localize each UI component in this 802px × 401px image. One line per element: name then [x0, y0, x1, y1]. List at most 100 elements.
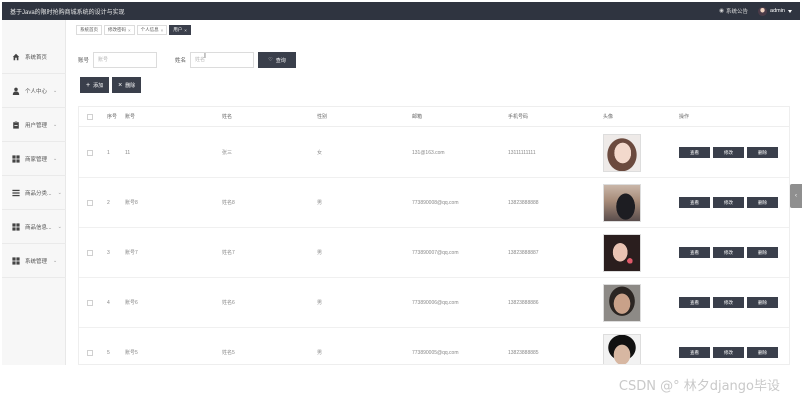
sidebar-item-profile[interactable]: 个人中心 ⌄ — [2, 74, 66, 108]
add-button[interactable]: + 添加 — [80, 77, 110, 93]
edit-button[interactable]: 修改 — [713, 247, 744, 258]
sidebar-item-categories[interactable]: 商品分类... ⌄ — [2, 176, 66, 210]
account-input[interactable] — [93, 52, 158, 68]
table-row[interactable]: 5 账号5 姓名5 男 773890005@qq.com 13823888885… — [79, 328, 789, 364]
row-checkbox[interactable] — [87, 199, 93, 206]
delete-button[interactable]: × 删除 — [112, 77, 142, 93]
view-button[interactable]: 查看 — [679, 297, 710, 308]
photo-cell — [603, 228, 641, 277]
column-header: 账号 — [125, 114, 136, 120]
phone-cell: 13111111111 — [508, 149, 536, 156]
edit-button[interactable]: 修改 — [713, 197, 744, 208]
row-select-cell[interactable] — [87, 128, 93, 177]
table-row[interactable]: 1 11 张三 女 131@163.com 13111111111 查看 修改 … — [79, 128, 789, 178]
index-cell: 3 — [107, 249, 110, 256]
user-menu[interactable]: admin — [758, 6, 792, 16]
avatar-man-beard — [603, 283, 641, 322]
close-icon: × — [118, 81, 123, 89]
ops-cell: 查看 修改 删除 — [679, 228, 778, 277]
edit-button[interactable]: 修改 — [713, 147, 744, 158]
name-input[interactable] — [190, 52, 255, 68]
ops-cell: 查看 修改 删除 — [679, 328, 778, 364]
avatar — [758, 6, 768, 16]
tab-label: 系统首页 — [80, 27, 98, 32]
account-cell: 账号7 — [125, 250, 138, 256]
grid-icon — [12, 256, 20, 265]
sidebar-item-users[interactable]: 用户管理 ⌄ — [2, 108, 66, 142]
gender-cell: 男 — [317, 350, 323, 356]
home-icon — [12, 53, 20, 61]
sidebar-item-label: 系统首页 — [25, 54, 48, 61]
view-button[interactable]: 查看 — [679, 197, 710, 208]
list-icon — [12, 189, 20, 197]
delete-row-button[interactable]: 删除 — [747, 197, 778, 208]
close-icon[interactable]: × — [184, 28, 187, 33]
delete-row-button[interactable]: 删除 — [747, 297, 778, 308]
column-header: 操作 — [679, 114, 690, 120]
users-table: 序号 账号 姓名 性别 邮箱 手机号码 头像 操作 1 11 张三 女 131@… — [78, 106, 790, 365]
watermark: CSDN @° 林夕django毕设 — [618, 379, 780, 394]
select-all-checkbox[interactable] — [87, 113, 93, 120]
row-select-cell[interactable] — [87, 228, 93, 277]
action-bar: + 添加 × 删除 — [80, 77, 142, 93]
tab-change-password[interactable]: 修改密码 × — [104, 25, 135, 35]
tab-home[interactable]: 系统首页 — [76, 25, 102, 35]
tab-profile[interactable]: 个人信息 × — [136, 25, 168, 35]
sidebar-item-system[interactable]: 系统管理 ⌄ — [2, 244, 66, 278]
chevron-down-icon: ⌄ — [57, 223, 62, 230]
notice-link[interactable]: ◉ 系统公告 — [719, 7, 748, 15]
photo-cell — [603, 128, 641, 177]
chevron-down-icon: ⌄ — [53, 257, 58, 264]
row-checkbox[interactable] — [87, 349, 93, 356]
chevron-left-icon: ‹ — [795, 193, 797, 199]
caret-down-icon — [788, 9, 792, 13]
avatar-girl-long-hair — [603, 233, 641, 272]
account-cell: 账号8 — [125, 200, 138, 206]
table-row[interactable]: 4 账号6 姓名6 男 773890006@qq.com 13823888886… — [79, 278, 789, 328]
view-button[interactable]: 查看 — [679, 347, 710, 358]
query-button[interactable]: ♡ 查询 — [258, 52, 297, 68]
edit-button[interactable]: 修改 — [713, 297, 744, 308]
gender-cell: 女 — [317, 150, 323, 156]
tab-label: 个人信息 — [140, 27, 159, 32]
tab-label: 用户 — [173, 27, 183, 32]
avatar-woman-short-hair — [603, 133, 641, 172]
user-icon — [12, 87, 20, 95]
close-icon[interactable]: × — [161, 28, 164, 33]
select-all-cell[interactable] — [87, 107, 93, 126]
eye-icon: ◉ — [719, 8, 724, 14]
row-checkbox[interactable] — [87, 249, 93, 256]
index-cell: 4 — [107, 299, 110, 306]
close-icon[interactable]: × — [128, 28, 131, 33]
avatar-sunset-silhouette — [603, 183, 641, 222]
name-label: 姓名 — [175, 58, 187, 64]
delete-row-button[interactable]: 删除 — [747, 347, 778, 358]
photo-cell — [603, 278, 641, 327]
edit-button[interactable]: 修改 — [713, 347, 744, 358]
column-header: 手机号码 — [508, 114, 529, 120]
row-select-cell[interactable] — [87, 178, 93, 227]
delete-row-button[interactable]: 删除 — [747, 147, 778, 158]
row-select-cell[interactable] — [87, 328, 93, 364]
view-button[interactable]: 查看 — [679, 147, 710, 158]
row-select-cell[interactable] — [87, 278, 93, 327]
row-checkbox[interactable] — [87, 299, 93, 306]
index-cell: 1 — [107, 149, 110, 156]
heart-icon: ♡ — [268, 57, 273, 63]
phone-cell: 13823888886 — [508, 299, 539, 306]
account-cell: 账号6 — [125, 300, 138, 306]
row-checkbox[interactable] — [87, 149, 93, 156]
column-header: 头像 — [603, 114, 614, 120]
sidebar-item-merchants[interactable]: 商家管理 ⌄ — [2, 142, 66, 176]
sidebar-item-products[interactable]: 商品信息... ⌄ — [2, 210, 66, 244]
table-row[interactable]: 3 账号7 姓名7 男 773890007@qq.com 13823888887… — [79, 228, 789, 278]
view-button[interactable]: 查看 — [679, 247, 710, 258]
tab-users[interactable]: 用户 × — [169, 25, 191, 35]
email-cell: 773890008@qq.com — [412, 199, 459, 206]
side-drawer-toggle[interactable]: ‹ — [790, 184, 802, 208]
delete-row-button[interactable]: 删除 — [747, 247, 778, 258]
grid-icon — [12, 154, 20, 163]
table-row[interactable]: 2 账号8 姓名8 男 773890008@qq.com 13823888888… — [79, 178, 789, 228]
chevron-down-icon: ⌄ — [57, 189, 62, 196]
sidebar-item-home[interactable]: 系统首页 — [2, 40, 66, 74]
